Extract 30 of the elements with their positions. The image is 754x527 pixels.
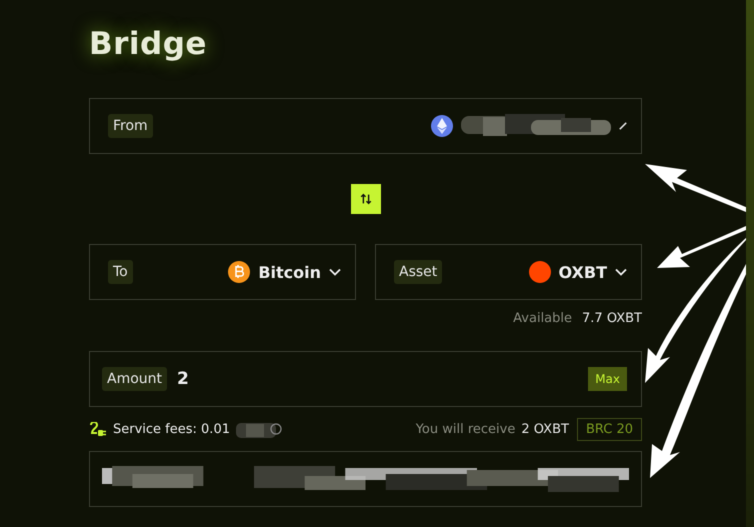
ethereum-icon (431, 115, 453, 137)
available-balance: 7.7 OXBT (582, 311, 642, 326)
token-standard-badge: BRC 20 (576, 418, 642, 441)
field-label: Amount (102, 367, 168, 391)
from-selector[interactable]: From (89, 98, 642, 154)
token-icon (528, 261, 551, 283)
plug-icon (89, 422, 107, 438)
service-fees: Service fees: 0.01 (113, 422, 230, 437)
field-label: Asset (394, 260, 442, 284)
asset-name: OXBT (558, 262, 607, 282)
address-field[interactable] (89, 451, 642, 507)
redaction-blur (236, 422, 282, 438)
field-label: From (108, 114, 153, 138)
chevron-down-icon (615, 268, 627, 276)
network-selector[interactable]: To Bitcoin (89, 244, 356, 300)
swap-button[interactable] (350, 184, 380, 214)
amount-value: 2 (177, 369, 189, 389)
field-label: To (108, 260, 133, 284)
receive-amount: 2 OXBT (521, 422, 569, 437)
amount-field[interactable]: Amount 2 Max (89, 351, 642, 407)
network-name: Bitcoin (258, 262, 321, 282)
bitcoin-icon (228, 261, 250, 283)
asset-selector[interactable]: Asset OXBT (375, 244, 642, 300)
page-title: Bridge (89, 26, 207, 64)
swap-arrows-icon (358, 192, 372, 206)
edit-icon[interactable] (619, 122, 627, 130)
receive-label: You will receive (416, 422, 516, 437)
chevron-down-icon (329, 268, 341, 276)
available-label: Available (513, 311, 572, 326)
max-button[interactable]: Max (588, 367, 627, 391)
